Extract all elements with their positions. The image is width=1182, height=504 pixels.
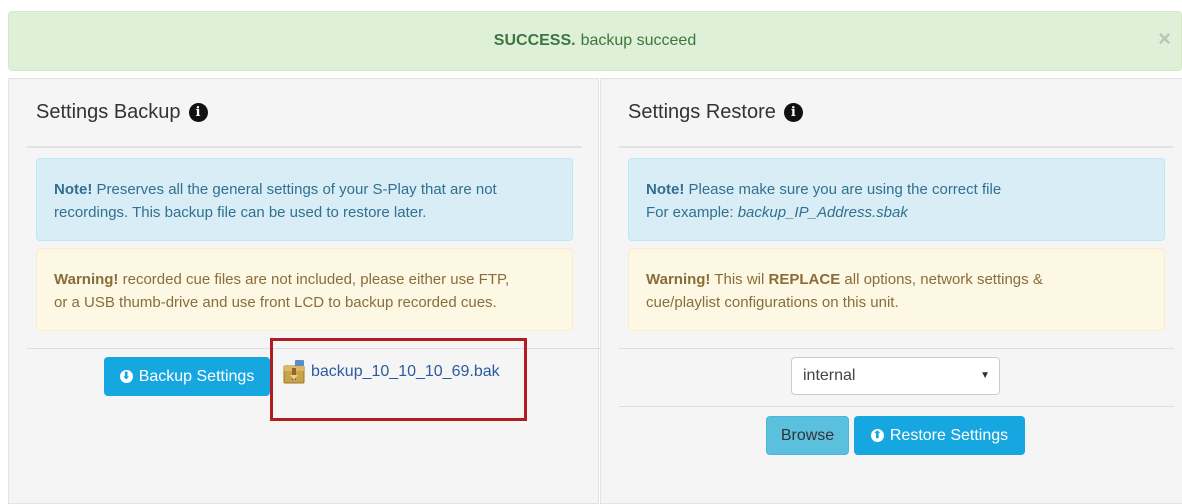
divider (619, 146, 1173, 148)
warning-label: Warning! (646, 271, 711, 288)
warning-text-2: cue/playlist configurations on this unit… (646, 294, 899, 311)
warning-post: all options, network settings & (844, 271, 1043, 288)
note-example-prefix: For example: (646, 204, 734, 221)
restore-warning: Warning! This wil REPLACE all options, n… (628, 248, 1165, 331)
warning-text-1: recorded cue files are not included, ple… (122, 271, 510, 288)
upload-icon: ⬆ (870, 429, 884, 442)
restore-title-text: Settings Restore (628, 101, 776, 123)
divider (619, 406, 1174, 407)
caret-down-icon: ▼ (980, 370, 990, 381)
restore-source-select[interactable]: internal ▼ (791, 357, 1000, 395)
restore-panel-title: Settings Restore i (628, 101, 803, 124)
restore-button-label: Restore Settings (889, 426, 1009, 444)
download-icon: ⬇ (119, 370, 133, 383)
note-text-1: Please make sure you are using the corre… (688, 181, 1002, 198)
warning-text-2: or a USB thumb-drive and use front LCD t… (54, 294, 497, 311)
select-value: internal (803, 367, 856, 384)
backup-button-label: Backup Settings (138, 367, 255, 385)
divider (619, 348, 1174, 349)
success-alert: SUCCESS. backup succeed × (8, 11, 1182, 71)
note-example-file: backup_IP_Address.sbak (737, 204, 908, 221)
browse-button[interactable]: Browse (766, 416, 849, 455)
highlight-box (270, 338, 527, 421)
close-icon[interactable]: × (1158, 28, 1171, 50)
info-icon[interactable]: i (783, 103, 803, 122)
restore-settings-button[interactable]: ⬆ Restore Settings (854, 416, 1025, 455)
backup-panel-title: Settings Backup i (36, 101, 208, 124)
note-text-2: recordings. This backup file can be used… (54, 204, 427, 221)
warning-strong: REPLACE (768, 271, 841, 288)
note-text-1: Preserves all the general settings of yo… (96, 181, 497, 198)
restore-note: Note! Please make sure you are using the… (628, 158, 1165, 241)
note-label: Note! (54, 181, 93, 198)
browse-label: Browse (780, 426, 835, 444)
alert-message: backup succeed (580, 32, 697, 49)
backup-title-text: Settings Backup (36, 101, 181, 123)
alert-strong: SUCCESS. (493, 32, 576, 49)
divider (27, 146, 582, 148)
backup-warning: Warning! recorded cue files are not incl… (36, 248, 573, 331)
warning-label: Warning! (54, 271, 119, 288)
info-icon[interactable]: i (188, 103, 208, 122)
backup-settings-button[interactable]: ⬇ Backup Settings (104, 357, 270, 396)
note-label: Note! (646, 181, 685, 198)
warning-pre: This wil (714, 271, 765, 288)
backup-note: Note! Preserves all the general settings… (36, 158, 573, 241)
backup-panel: Settings Backup i Note! Preserves all th… (8, 78, 600, 504)
